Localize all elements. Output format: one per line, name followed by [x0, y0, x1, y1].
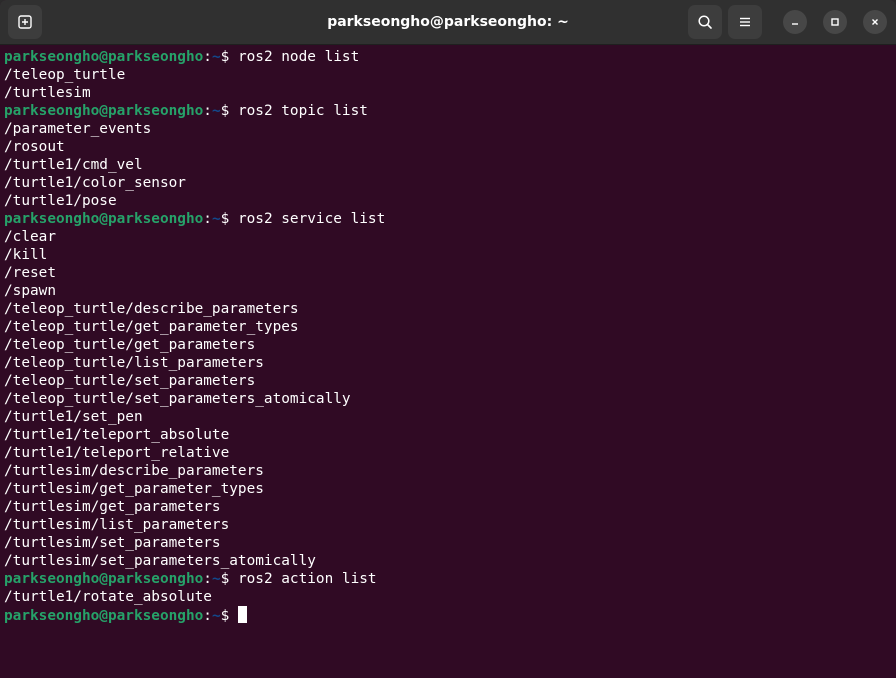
minimize-button[interactable]	[783, 10, 807, 34]
prompt-symbol: $	[220, 211, 238, 227]
maximize-button[interactable]	[823, 10, 847, 34]
output-line: /reset	[4, 265, 56, 281]
search-button[interactable]	[688, 5, 722, 39]
output-line: /turtlesim/set_parameters	[4, 535, 221, 551]
terminal-output[interactable]: parkseongho@parkseongho:~$ ros2 node lis…	[0, 46, 896, 678]
prompt-symbol: $	[220, 571, 238, 587]
prompt-user-host: parkseongho@parkseongho	[4, 103, 204, 119]
prompt-user-host: parkseongho@parkseongho	[4, 49, 204, 65]
output-line: /teleop_turtle/set_parameters	[4, 373, 256, 389]
prompt-path: ~	[211, 211, 221, 227]
prompt-line: parkseongho@parkseongho:~$ ros2 topic li…	[4, 102, 892, 120]
terminal-window: parkseongho@parkseongho: ~ parkseongho@p…	[0, 0, 896, 678]
prompt-line: parkseongho@parkseongho:~$	[4, 606, 892, 624]
prompt-colon: :	[203, 608, 212, 624]
prompt-path: ~	[211, 103, 221, 119]
prompt-path: ~	[211, 571, 221, 587]
output-line: /turtle1/teleport_absolute	[4, 427, 230, 443]
output-line: /turtlesim/get_parameter_types	[4, 481, 264, 497]
command-text: ros2 action list	[237, 571, 377, 587]
maximize-icon	[831, 18, 839, 26]
output-line: /spawn	[4, 283, 56, 299]
output-line: /rosout	[4, 139, 65, 155]
title-bar[interactable]: parkseongho@parkseongho: ~	[0, 0, 896, 45]
output-line: /turtle1/set_pen	[4, 409, 143, 425]
prompt-path: ~	[211, 608, 221, 624]
command-text: ros2 service list	[237, 211, 386, 227]
output-line: /teleop_turtle/set_parameters_atomically	[4, 391, 351, 407]
close-button[interactable]	[863, 10, 887, 34]
prompt-user-host: parkseongho@parkseongho	[4, 211, 204, 227]
output-line: /turtlesim/set_parameters_atomically	[4, 553, 316, 569]
scrollbar[interactable]	[888, 48, 894, 674]
prompt-line: parkseongho@parkseongho:~$ ros2 node lis…	[4, 48, 892, 66]
new-tab-button[interactable]	[8, 5, 42, 39]
minimize-icon	[792, 23, 798, 25]
output-line: /clear	[4, 229, 56, 245]
output-line: /teleop_turtle/list_parameters	[4, 355, 264, 371]
terminal-cursor	[237, 606, 247, 623]
output-line: /turtle1/rotate_absolute	[4, 589, 212, 605]
output-line: /turtlesim/get_parameters	[4, 499, 221, 515]
prompt-colon: :	[203, 211, 212, 227]
close-icon	[872, 19, 878, 25]
output-line: /parameter_events	[4, 121, 152, 137]
output-line: /teleop_turtle/get_parameters	[4, 337, 256, 353]
output-line: /teleop_turtle/describe_parameters	[4, 301, 299, 317]
prompt-colon: :	[203, 571, 212, 587]
menu-button[interactable]	[728, 5, 762, 39]
prompt-line: parkseongho@parkseongho:~$ ros2 service …	[4, 210, 892, 228]
output-line: /teleop_turtle	[4, 67, 126, 83]
output-line: /turtle1/color_sensor	[4, 175, 186, 191]
prompt-symbol: $	[220, 608, 238, 624]
prompt-symbol: $	[220, 103, 238, 119]
prompt-line: parkseongho@parkseongho:~$ ros2 action l…	[4, 570, 892, 588]
prompt-user-host: parkseongho@parkseongho	[4, 608, 204, 624]
output-line: /turtlesim	[4, 85, 91, 101]
output-line: /turtlesim/describe_parameters	[4, 463, 264, 479]
output-line: /turtle1/teleport_relative	[4, 445, 230, 461]
prompt-path: ~	[211, 49, 221, 65]
prompt-user-host: parkseongho@parkseongho	[4, 571, 204, 587]
prompt-symbol: $	[220, 49, 238, 65]
output-line: /teleop_turtle/get_parameter_types	[4, 319, 299, 335]
output-line: /turtle1/pose	[4, 193, 117, 209]
hamburger-menu-icon	[740, 17, 750, 27]
prompt-colon: :	[203, 49, 212, 65]
output-line: /turtlesim/list_parameters	[4, 517, 230, 533]
prompt-colon: :	[203, 103, 212, 119]
command-text: ros2 node list	[237, 49, 360, 65]
command-text: ros2 topic list	[237, 103, 368, 119]
output-line: /turtle1/cmd_vel	[4, 157, 143, 173]
search-icon	[698, 15, 712, 29]
output-line: /kill	[4, 247, 48, 263]
new-tab-icon	[18, 15, 32, 29]
